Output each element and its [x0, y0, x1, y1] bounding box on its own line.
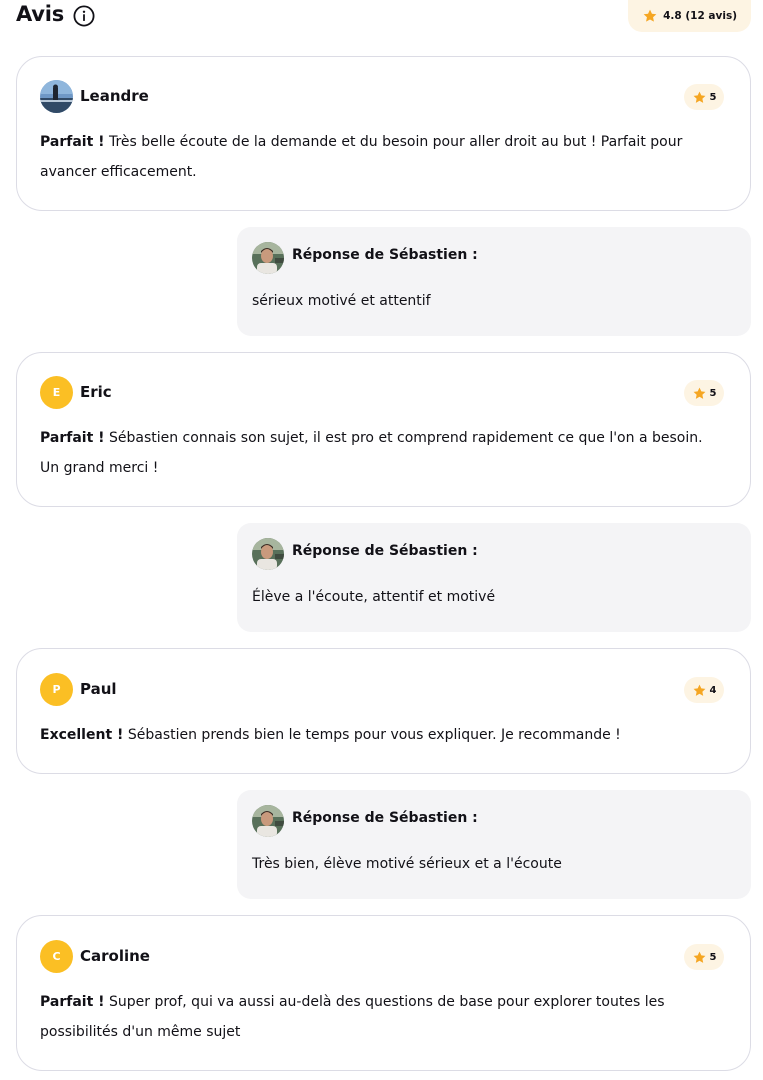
review-card: C Caroline 5 Parfait ! Super prof, qui v… [16, 915, 751, 1071]
avatar [40, 80, 73, 113]
reply-card: Réponse de Sébastien : Élève a l'écoute,… [237, 523, 751, 632]
avatar: E [40, 376, 73, 409]
review-card: E Eric 5 Parfait ! Sébastien connais son… [16, 352, 751, 507]
reply-text: Élève a l'écoute, attentif et motivé [252, 589, 496, 605]
review-body: Super prof, qui va aussi au-delà des que… [40, 994, 665, 1040]
avatar: P [40, 673, 73, 706]
rating-summary-badge: 4.8 (12 avis) [628, 0, 751, 32]
review-headline: Parfait ! [40, 430, 105, 446]
rating-value: 5 [709, 91, 717, 103]
review-author: Eric [80, 383, 112, 401]
rating-value: 4 [709, 684, 717, 696]
star-icon [692, 386, 707, 401]
page-title: Avis [16, 2, 65, 26]
review-author: Paul [80, 680, 117, 698]
reply-text: sérieux motivé et attentif [252, 293, 431, 309]
reviews-header: Avis 4.8 (12 avis) [16, 0, 751, 34]
rating-summary-text: 4.8 (12 avis) [663, 10, 737, 22]
star-icon [692, 950, 707, 965]
star-icon [692, 90, 707, 105]
review-author: Leandre [80, 87, 149, 105]
review-body: Très belle écoute de la demande et du be… [40, 134, 683, 180]
review-text: Parfait ! Sébastien connais son sujet, i… [40, 423, 710, 483]
review-headline: Parfait ! [40, 134, 105, 150]
reply-card: Réponse de Sébastien : Très bien, élève … [237, 790, 751, 899]
reply-title: Réponse de Sébastien : [292, 543, 478, 559]
avatar [252, 538, 284, 570]
review-text: Parfait ! Super prof, qui va aussi au-de… [40, 987, 710, 1047]
rating-badge: 5 [684, 380, 724, 406]
reply-card: Réponse de Sébastien : sérieux motivé et… [237, 227, 751, 336]
rating-value: 5 [709, 951, 717, 963]
rating-badge: 5 [684, 944, 724, 970]
avatar [252, 805, 284, 837]
review-card: Leandre 5 Parfait ! Très belle écoute de… [16, 56, 751, 211]
review-card: P Paul 4 Excellent ! Sébastien prends bi… [16, 648, 751, 774]
review-body: Sébastien connais son sujet, il est pro … [40, 430, 703, 476]
avatar: C [40, 940, 73, 973]
review-text: Parfait ! Très belle écoute de la demand… [40, 127, 710, 187]
avatar [252, 242, 284, 274]
review-headline: Excellent ! [40, 727, 124, 743]
review-headline: Parfait ! [40, 994, 105, 1010]
star-icon [642, 8, 658, 24]
info-icon[interactable] [73, 5, 95, 27]
reply-text: Très bien, élève motivé sérieux et a l'é… [252, 856, 562, 872]
review-text: Excellent ! Sébastien prends bien le tem… [40, 720, 710, 750]
star-icon [692, 683, 707, 698]
rating-value: 5 [709, 387, 717, 399]
reply-title: Réponse de Sébastien : [292, 810, 478, 826]
reply-title: Réponse de Sébastien : [292, 247, 478, 263]
review-body: Sébastien prends bien le temps pour vous… [127, 727, 621, 743]
rating-badge: 4 [684, 677, 724, 703]
review-author: Caroline [80, 947, 150, 965]
rating-badge: 5 [684, 84, 724, 110]
